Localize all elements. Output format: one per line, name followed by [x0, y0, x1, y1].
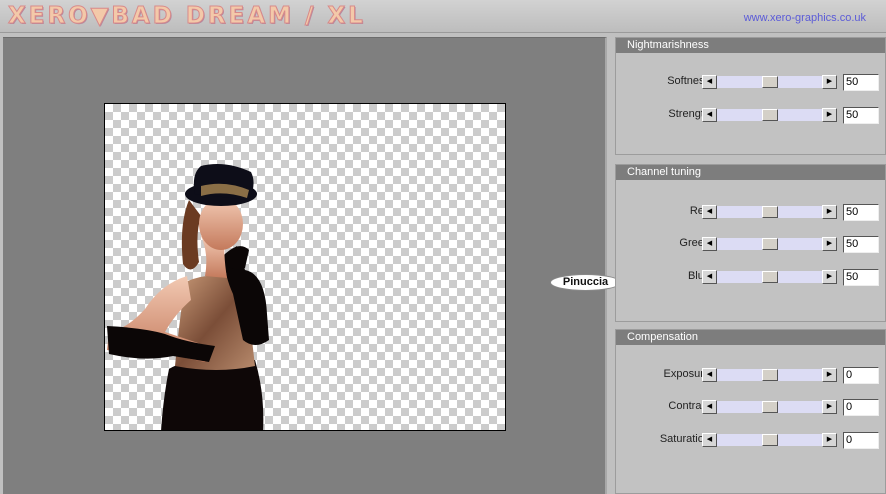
- slider-left-arrow-icon[interactable]: ◀: [702, 75, 717, 89]
- slider-track[interactable]: [717, 109, 822, 121]
- preview-area[interactable]: [3, 37, 607, 494]
- watermark-badge: Pinuccia: [550, 274, 621, 291]
- slider-thumb[interactable]: [762, 369, 778, 381]
- blue-input[interactable]: 50: [843, 269, 879, 286]
- control-contrast: Contrast ◀ ▶ 0: [616, 399, 886, 416]
- slider-thumb[interactable]: [762, 109, 778, 121]
- slider-track[interactable]: [717, 76, 822, 88]
- slider-right-arrow-icon[interactable]: ▶: [822, 270, 837, 284]
- panel-title: Channel tuning: [616, 165, 885, 180]
- control-exposure: Exposure ◀ ▶ 0: [616, 367, 886, 384]
- panel-compensation: Compensation Exposure ◀ ▶ 0 Contrast ◀ ▶…: [615, 329, 886, 494]
- contrast-input[interactable]: 0: [843, 399, 879, 416]
- panel-nightmarishness: Nightmarishness Softness ◀ ▶ 50 Strength…: [615, 37, 886, 155]
- slider-right-arrow-icon[interactable]: ▶: [822, 433, 837, 447]
- contrast-slider[interactable]: ◀ ▶: [702, 400, 837, 414]
- title-bar: XERO▼BAD DREAM / XL www.xero-graphics.co…: [0, 0, 886, 33]
- slider-right-arrow-icon[interactable]: ▶: [822, 400, 837, 414]
- slider-thumb[interactable]: [762, 76, 778, 88]
- slider-left-arrow-icon[interactable]: ◀: [702, 108, 717, 122]
- slider-right-arrow-icon[interactable]: ▶: [822, 205, 837, 219]
- panel-title: Nightmarishness: [616, 38, 885, 53]
- woman-figure-image: [107, 164, 269, 430]
- preview-canvas[interactable]: [104, 103, 506, 431]
- strength-input[interactable]: 50: [843, 107, 879, 124]
- slider-thumb[interactable]: [762, 271, 778, 283]
- slider-thumb[interactable]: [762, 401, 778, 413]
- control-saturation: Saturation ◀ ▶ 0: [616, 432, 886, 449]
- panel-title: Compensation: [616, 330, 885, 345]
- website-link[interactable]: www.xero-graphics.co.uk: [744, 12, 866, 24]
- control-softness: Softness ◀ ▶ 50: [616, 74, 886, 91]
- green-input[interactable]: 50: [843, 236, 879, 253]
- slider-left-arrow-icon[interactable]: ◀: [702, 368, 717, 382]
- control-blue: Blue ◀ ▶ 50: [616, 269, 886, 286]
- app-logo: XERO▼BAD DREAM / XL: [8, 3, 366, 30]
- slider-right-arrow-icon[interactable]: ▶: [822, 368, 837, 382]
- slider-track[interactable]: [717, 271, 822, 283]
- slider-left-arrow-icon[interactable]: ◀: [702, 270, 717, 284]
- slider-right-arrow-icon[interactable]: ▶: [822, 75, 837, 89]
- control-strength: Strength ◀ ▶ 50: [616, 107, 886, 124]
- slider-track[interactable]: [717, 206, 822, 218]
- strength-slider[interactable]: ◀ ▶: [702, 108, 837, 122]
- slider-thumb[interactable]: [762, 206, 778, 218]
- slider-track[interactable]: [717, 369, 822, 381]
- red-input[interactable]: 50: [843, 204, 879, 221]
- softness-slider[interactable]: ◀ ▶: [702, 75, 837, 89]
- saturation-input[interactable]: 0: [843, 432, 879, 449]
- slider-right-arrow-icon[interactable]: ▶: [822, 108, 837, 122]
- exposure-input[interactable]: 0: [843, 367, 879, 384]
- slider-thumb[interactable]: [762, 238, 778, 250]
- slider-right-arrow-icon[interactable]: ▶: [822, 237, 837, 251]
- exposure-slider[interactable]: ◀ ▶: [702, 368, 837, 382]
- slider-left-arrow-icon[interactable]: ◀: [702, 237, 717, 251]
- slider-track[interactable]: [717, 401, 822, 413]
- softness-input[interactable]: 50: [843, 74, 879, 91]
- slider-left-arrow-icon[interactable]: ◀: [702, 400, 717, 414]
- panel-channel-tuning: Channel tuning Red ◀ ▶ 50 Green ◀ ▶ 50 B…: [615, 164, 886, 322]
- red-slider[interactable]: ◀ ▶: [702, 205, 837, 219]
- green-slider[interactable]: ◀ ▶: [702, 237, 837, 251]
- blue-slider[interactable]: ◀ ▶: [702, 270, 837, 284]
- slider-left-arrow-icon[interactable]: ◀: [702, 205, 717, 219]
- control-red: Red ◀ ▶ 50: [616, 204, 886, 221]
- slider-thumb[interactable]: [762, 434, 778, 446]
- control-green: Green ◀ ▶ 50: [616, 236, 886, 253]
- slider-track[interactable]: [717, 434, 822, 446]
- saturation-slider[interactable]: ◀ ▶: [702, 433, 837, 447]
- slider-left-arrow-icon[interactable]: ◀: [702, 433, 717, 447]
- slider-track[interactable]: [717, 238, 822, 250]
